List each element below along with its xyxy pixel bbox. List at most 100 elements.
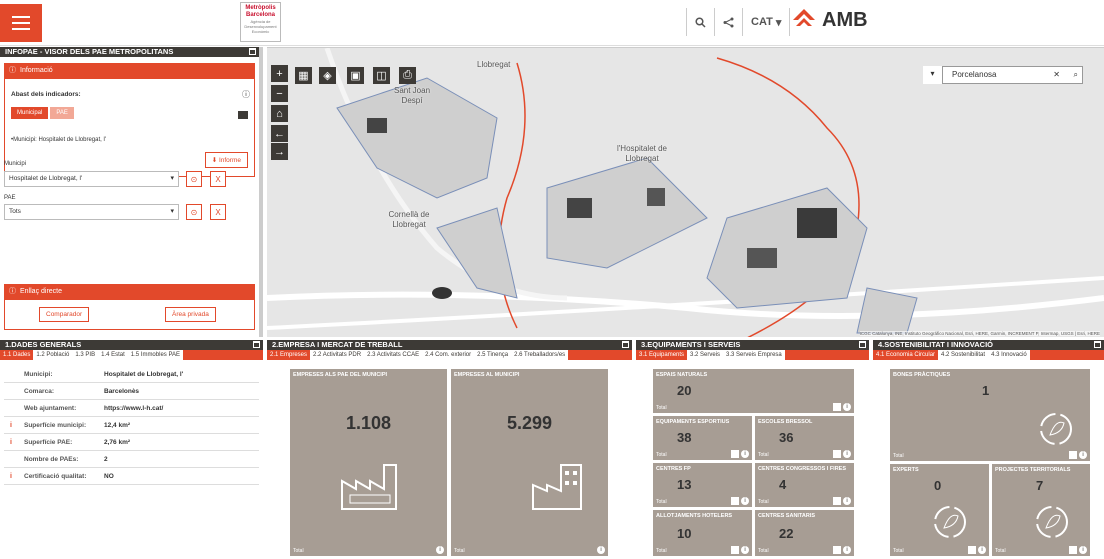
bag-icon[interactable]: ◫ (373, 67, 390, 84)
locate-pae-button[interactable]: ⊙ (186, 204, 202, 220)
map-view[interactable]: Llobregat Sant Joan Despí l'Hospitalet d… (267, 47, 1104, 337)
tile-experts[interactable]: EXPERTS 0 Total i (889, 463, 990, 557)
map-pin-icon[interactable] (833, 497, 841, 505)
area-privada-button[interactable]: Àrea privada (165, 307, 216, 322)
pae-select[interactable]: Tots (4, 204, 179, 220)
sec4-maximize-icon[interactable] (1094, 341, 1101, 348)
zoom-out-button[interactable]: − (271, 85, 288, 102)
map-pin-icon[interactable] (833, 403, 841, 411)
info-icon[interactable]: i (741, 497, 749, 505)
tab-2-6[interactable]: 2.6 Treballadors/es (511, 350, 569, 360)
map-pin-icon[interactable] (731, 497, 739, 505)
tile-projectes-territorials[interactable]: PROJECTES TERRITORIALS 7 Total i (991, 463, 1091, 557)
tab-2-2[interactable]: 2.2 Activitats PDR (310, 350, 365, 360)
tile-centres-fp[interactable]: CENTRES FP 13 Total i (652, 462, 753, 508)
tab-4-1[interactable]: 4.1 Economia Circular (873, 350, 938, 360)
home-button[interactable]: ⌂ (271, 105, 288, 122)
tab-2-3[interactable]: 2.3 Activitats CCAE (364, 350, 423, 360)
comparador-button[interactable]: Comparador (39, 307, 90, 322)
back-button[interactable]: ← (271, 125, 288, 142)
help-icon[interactable]: ⓘ (242, 89, 250, 100)
layers-icon[interactable]: ◈ (319, 67, 336, 84)
map-search-input[interactable]: Porcelanosa ✕ ⌕ (923, 66, 1083, 84)
info-bar[interactable]: Informació (4, 63, 255, 79)
search-source-dropdown[interactable]: ▾ (923, 66, 943, 84)
tab-1-4[interactable]: 1.4 Estat (98, 350, 128, 360)
map-pin-icon[interactable] (968, 546, 976, 554)
tab-1-3[interactable]: 1.3 PIB (72, 350, 99, 360)
info-icon[interactable]: i (843, 403, 851, 411)
tile-centres-sanitaris[interactable]: CENTRES SANITARIS 22 Total i (754, 509, 855, 557)
excel-pae-button[interactable]: X (210, 204, 226, 220)
enllac-box: Comparador Àrea privada (4, 300, 255, 330)
sec2-maximize-icon[interactable] (622, 341, 629, 348)
tile-equipaments-esportius[interactable]: EQUIPAMENTS ESPORTIUS 38 Total i (652, 415, 753, 461)
info-icon[interactable]: i (10, 439, 12, 446)
sec3-maximize-icon[interactable] (859, 341, 866, 348)
tile-centres-congressos[interactable]: CENTRES CONGRESSOS I FIRES 4 Total i (754, 462, 855, 508)
info-icon[interactable]: i (1079, 546, 1087, 554)
tab-2-1[interactable]: 2.1 Empreses (267, 350, 310, 360)
grid-icon[interactable]: ▦ (295, 67, 312, 84)
sec3-tabs: 3.1 Equipaments 3.2 Serveis 3.3 Serveis … (636, 350, 869, 360)
info-icon[interactable]: i (597, 546, 605, 554)
map-pin-icon[interactable] (833, 450, 841, 458)
municipal-button[interactable]: Municipal (11, 107, 49, 119)
sec1-maximize-icon[interactable] (253, 341, 260, 348)
tab-2-5[interactable]: 2.5 Tinença (474, 350, 512, 360)
info-icon[interactable]: i (741, 450, 749, 458)
search-icon[interactable] (686, 8, 714, 36)
map-pin-icon[interactable] (731, 546, 739, 554)
locate-municipi-button[interactable]: ⊙ (186, 171, 202, 187)
map-search-icon[interactable]: ⌕ (1074, 67, 1078, 83)
informe-button[interactable]: ⬇ Informe (204, 152, 248, 168)
hamburger-menu-button[interactable] (0, 4, 42, 42)
tab-3-1[interactable]: 3.1 Equipaments (636, 350, 687, 360)
tab-1-2[interactable]: 1.2 Població (33, 350, 73, 360)
excel-municipi-button[interactable]: X (210, 171, 226, 187)
info-icon[interactable]: i (978, 546, 986, 554)
tile-allotjaments[interactable]: ALLOTJAMENTS HOTELERS 10 Total i (652, 509, 753, 557)
info-icon[interactable]: i (10, 422, 12, 429)
info-icon[interactable]: i (843, 450, 851, 458)
tab-4-2[interactable]: 4.2 Sostenibilitat (938, 350, 989, 360)
tile-empreses-pae[interactable]: EMPRESES ALS PAE DEL MUNICIPI 1.108 Tota… (289, 368, 448, 557)
basemap-icon[interactable]: ▣ (347, 67, 364, 84)
tab-3-3[interactable]: 3.3 Serveis Empresa (723, 350, 785, 360)
municipi-select[interactable]: Hospitalet de Llobregat, l' (4, 171, 179, 187)
print-icon[interactable]: ⎙ (399, 67, 416, 84)
map-pin-icon[interactable] (731, 450, 739, 458)
info-icon[interactable]: i (741, 546, 749, 554)
maximize-icon[interactable] (249, 48, 256, 55)
info-icon[interactable]: i (1079, 451, 1087, 459)
amb-logo[interactable]: AMB (792, 8, 868, 32)
tab-2-4[interactable]: 2.4 Com. exterior (422, 350, 475, 360)
metropolis-barcelona-logo[interactable]: Metròpolis Barcelona Agència de Desenvol… (240, 2, 281, 42)
pae-button[interactable]: PAE (50, 107, 74, 119)
tab-4-3[interactable]: 4.3 Innovació (988, 350, 1030, 360)
tile-espais-naturals[interactable]: ESPAIS NATURALS 20 Total i (652, 368, 855, 414)
tile-title: PROJECTES TERRITORIALS (995, 467, 1071, 473)
zoom-in-button[interactable]: + (271, 65, 288, 82)
info-icon[interactable]: i (843, 546, 851, 554)
tile-empreses-municipi[interactable]: EMPRESES AL MUNICIPI 5.299 Total i (450, 368, 609, 557)
map-pin-icon[interactable] (1069, 451, 1077, 459)
share-icon[interactable] (714, 8, 742, 36)
tile-bones-practiques[interactable]: BONES PRÀCTIQUES 1 Total i (889, 368, 1091, 462)
info-icon[interactable]: i (436, 546, 444, 554)
clear-icon[interactable]: ✕ (1053, 67, 1060, 83)
language-selector[interactable]: CAT ▾ (742, 8, 791, 36)
email-icon[interactable] (238, 111, 248, 119)
info-icon[interactable]: i (10, 473, 12, 480)
tab-1-5[interactable]: 1.5 Immobles PAE (127, 350, 184, 360)
tile-escoles-bressol[interactable]: ESCOLES BRESSOL 36 Total i (754, 415, 855, 461)
map-pin-icon[interactable] (833, 546, 841, 554)
forward-button[interactable]: → (271, 143, 288, 160)
tab-1-1[interactable]: 1.1 Dades (0, 350, 33, 360)
enllac-bar[interactable]: Enllaç directe (4, 284, 255, 300)
tab-3-2[interactable]: 3.2 Serveis (687, 350, 724, 360)
web-link[interactable]: https://www.l-h.cat/ (104, 405, 163, 412)
info-icon[interactable]: i (843, 497, 851, 505)
map-pin-icon[interactable] (1069, 546, 1077, 554)
pae-field-label: PAE (4, 195, 16, 201)
